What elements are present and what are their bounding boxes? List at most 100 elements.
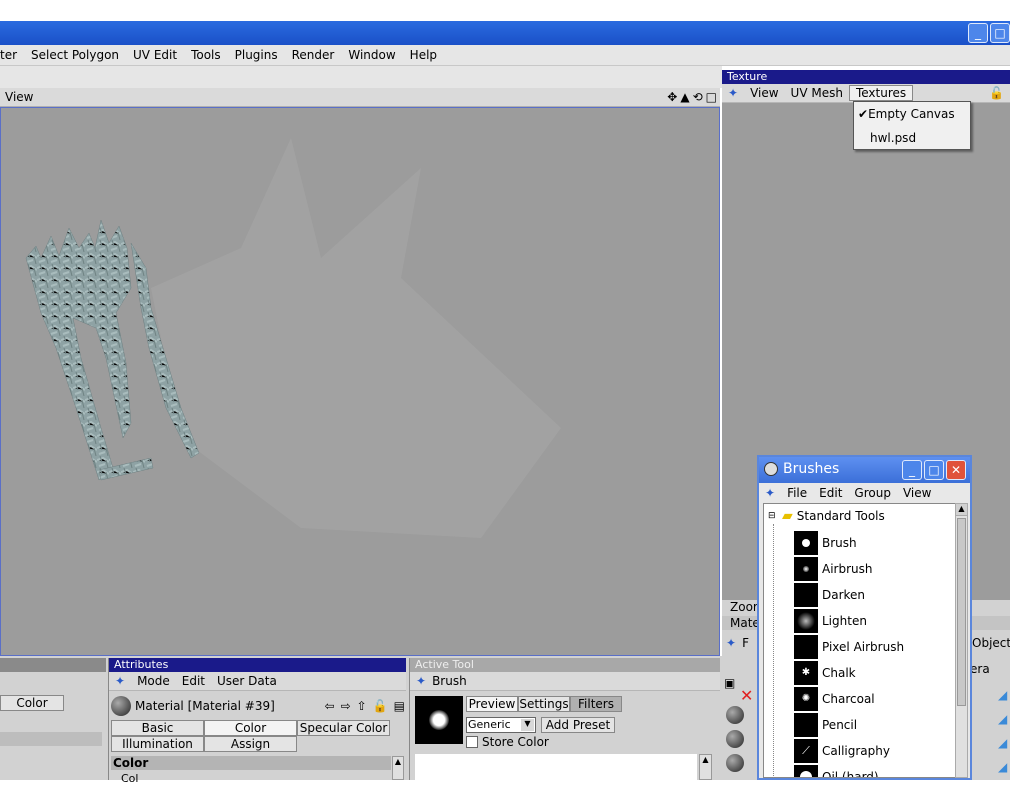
scale-icon[interactable]: ▲ (680, 90, 689, 104)
window-titlebar: _ □ (0, 21, 1010, 45)
brush-preview (415, 696, 463, 744)
brush-item-pixel-airbrush[interactable]: Pixel Airbrush (794, 634, 904, 660)
brush-item-brush[interactable]: Brush (794, 530, 857, 556)
viewport-header: View ✥ ▲ ⟲ □ (0, 88, 720, 107)
group-standard-tools[interactable]: ⊟ ▰ Standard Tools (768, 508, 885, 524)
lock-icon[interactable]: 🔓 (983, 86, 1010, 100)
left-pane-title (0, 658, 106, 672)
material-manager-menu: ✦ F (722, 636, 749, 650)
material-tool-icon[interactable]: ✦ (726, 636, 736, 650)
attributes-scrollbar[interactable]: ▲ (392, 756, 404, 780)
menu-item-tools[interactable]: Tools (184, 48, 228, 62)
scroll-thumb[interactable] (957, 518, 966, 706)
attributes-title: Attributes (109, 658, 406, 672)
active-tool-title: Active Tool (410, 658, 720, 672)
texture-menu-view[interactable]: View (744, 86, 784, 100)
dropdown-item-empty-canvas[interactable]: ✔Empty Canvas (854, 102, 970, 126)
lock-icon[interactable]: 🔓 (373, 699, 388, 713)
tab-illumination[interactable]: Illumination (111, 736, 204, 752)
tab-filters[interactable]: Filters (570, 696, 622, 712)
forward-arrow-icon[interactable]: ⇨ (341, 699, 351, 713)
object-icon[interactable]: ◢ (998, 688, 1007, 702)
color-button[interactable]: Color (0, 695, 64, 711)
menu-item-select-polygon[interactable]: Select Polygon (24, 48, 126, 62)
brushes-menu-view[interactable]: View (897, 486, 937, 500)
fullscreen-icon[interactable]: □ (706, 90, 717, 104)
store-color-label: Store Color (482, 735, 549, 749)
brushes-menu-group[interactable]: Group (848, 486, 897, 500)
collapse-icon[interactable]: ⊟ (768, 511, 778, 521)
texture-panel-title: Texture (722, 70, 1010, 84)
dropdown-item-hwl-psd[interactable]: hwl.psd (854, 126, 970, 150)
brush-item-airbrush[interactable]: Airbrush (794, 556, 873, 582)
up-arrow-icon[interactable]: ⇧ (357, 699, 367, 713)
tab-specular-color[interactable]: Specular Color (297, 720, 390, 736)
attributes-menu: ✦ Mode Edit User Data (109, 672, 406, 691)
attributes-menu-user-data[interactable]: User Data (211, 674, 283, 688)
store-color-checkbox[interactable] (466, 736, 478, 748)
brush-item-lighten[interactable]: Lighten (794, 608, 867, 634)
menu-item-plugins[interactable]: Plugins (228, 48, 285, 62)
brush-canvas-preview (415, 754, 697, 780)
object-icon[interactable]: ◢ (998, 712, 1007, 726)
menu-item-uv-edit[interactable]: UV Edit (126, 48, 184, 62)
texture-menu-textures[interactable]: Textures (848, 85, 914, 101)
brushes-menu-edit[interactable]: Edit (813, 486, 848, 500)
move-icon[interactable]: ✥ (667, 90, 677, 104)
active-tool-scrollbar[interactable]: ▲ (699, 754, 712, 780)
preset-select[interactable]: Generic ▼ (466, 717, 536, 733)
menu-item-filter[interactable]: ter (0, 48, 24, 62)
material-ball-icon[interactable] (726, 706, 744, 724)
minimize-button[interactable]: _ (968, 23, 988, 43)
maximize-button[interactable]: □ (924, 460, 944, 480)
attributes-panel: Attributes ✦ Mode Edit User Data Materia… (108, 658, 406, 785)
brush-item-charcoal[interactable]: ✺ Charcoal (794, 686, 875, 712)
brushes-scrollbar[interactable]: ▲ (955, 503, 968, 778)
panel-icon[interactable]: ▤ (394, 699, 405, 713)
tab-assign[interactable]: Assign (204, 736, 297, 752)
textures-dropdown: ✔Empty Canvas hwl.psd (853, 101, 971, 150)
material-menu-file[interactable]: F (742, 636, 749, 650)
brushes-menu-file[interactable]: File (781, 486, 813, 500)
material-ball-icon[interactable] (726, 730, 744, 748)
material-ball-icon[interactable] (726, 754, 744, 772)
attributes-menu-mode[interactable]: Mode (131, 674, 176, 688)
new-material-icon[interactable]: ▣ (724, 676, 735, 690)
check-icon: ✔ (858, 107, 869, 121)
3d-viewport[interactable] (0, 107, 720, 656)
menu-item-window[interactable]: Window (341, 48, 402, 62)
minimize-button[interactable]: _ (902, 460, 922, 480)
brushes-window: Brushes _ □ ✕ ✦ File Edit Group View ⊟ ▰… (757, 455, 972, 780)
back-arrow-icon[interactable]: ⇦ (325, 699, 335, 713)
add-preset-button[interactable]: Add Preset (541, 717, 615, 733)
attributes-tool-icon[interactable]: ✦ (109, 674, 131, 688)
rotate-icon[interactable]: ⟲ (693, 90, 703, 104)
texture-tool-icon[interactable]: ✦ (722, 86, 744, 100)
close-icon[interactable]: ✕ (946, 460, 966, 480)
object-icon[interactable]: ◢ (998, 760, 1007, 774)
brush-item-pencil[interactable]: Pencil (794, 712, 857, 738)
active-tool-icon[interactable]: ✦ (410, 674, 432, 688)
texture-menu-uv-mesh[interactable]: UV Mesh (785, 86, 849, 100)
brush-item-chalk[interactable]: ✱ Chalk (794, 660, 856, 686)
brushes-tool-icon[interactable]: ✦ (759, 486, 781, 500)
brush-item-oil-hard[interactable]: Oil (hard) (794, 764, 879, 777)
delete-icon[interactable]: ✕ (740, 686, 753, 705)
brush-item-darken[interactable]: Darken (794, 582, 865, 608)
zoom-label: Zoor (730, 600, 758, 614)
brush-item-calligraphy[interactable]: ⟋ Calligraphy (794, 738, 890, 764)
menu-item-help[interactable]: Help (403, 48, 444, 62)
tab-color[interactable]: Color (204, 720, 297, 736)
brushes-title: Brushes (783, 461, 840, 477)
menu-item-render[interactable]: Render (285, 48, 342, 62)
viewport-view-menu[interactable]: View (5, 90, 33, 104)
object-icon[interactable]: ◢ (998, 736, 1007, 750)
tab-preview[interactable]: Preview (466, 696, 518, 712)
tab-settings[interactable]: Settings (518, 696, 570, 712)
scroll-up-icon[interactable]: ▲ (956, 504, 967, 516)
attributes-menu-edit[interactable]: Edit (176, 674, 211, 688)
tree-line (773, 524, 774, 777)
color-field-label: Col (121, 772, 139, 785)
tab-basic[interactable]: Basic (111, 720, 204, 736)
maximize-button[interactable]: □ (990, 23, 1010, 43)
